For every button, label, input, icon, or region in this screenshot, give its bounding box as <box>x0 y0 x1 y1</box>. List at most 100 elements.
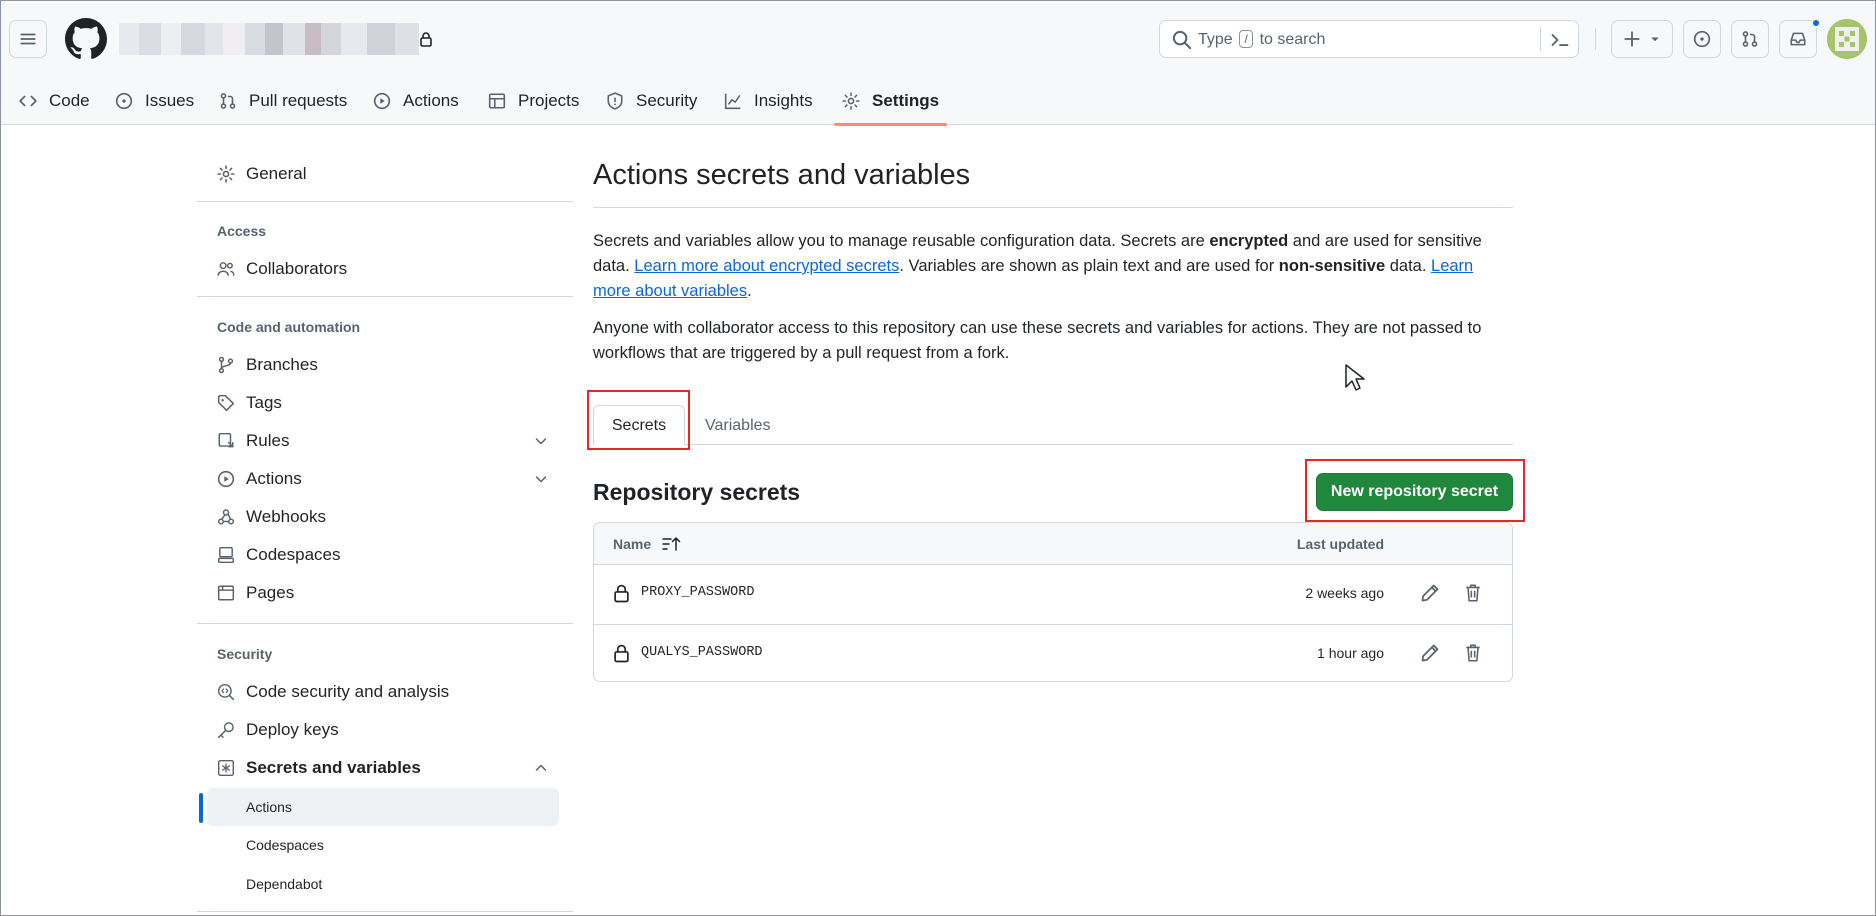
browser-viewport: Type / to search Code Issues Pull reques… <box>0 0 1876 916</box>
trash-icon[interactable] <box>1464 583 1482 603</box>
git-pull-request-icon <box>1742 31 1758 47</box>
sidebar-item-label: General <box>246 164 307 183</box>
secret-last-updated: 1 hour ago <box>1317 645 1384 661</box>
slash-key-hint: / <box>1239 30 1254 48</box>
secrets-variables-tabs: Secrets Variables <box>593 395 1513 446</box>
sidebar-item-label: Code security and analysis <box>246 682 450 701</box>
private-lock-icon <box>420 32 432 47</box>
browser-icon <box>217 585 235 601</box>
tab-pull-requests[interactable]: Pull requests <box>219 77 347 125</box>
search-placeholder: Type / to search <box>1198 30 1326 48</box>
hamburger-icon <box>20 33 36 45</box>
sidebar-item-tags[interactable]: Tags <box>197 384 573 422</box>
people-icon <box>217 262 235 276</box>
github-logo-icon[interactable] <box>65 18 107 60</box>
issue-opened-icon <box>1693 30 1711 48</box>
table-row: PROXY_PASSWORD 2 weeks ago <box>594 565 1512 623</box>
search-input[interactable]: Type / to search <box>1159 20 1579 58</box>
tab-security[interactable]: Security <box>606 77 697 125</box>
sidebar-item-code-security[interactable]: Code security and analysis <box>197 673 573 711</box>
command-palette-icon[interactable] <box>1550 30 1570 50</box>
gear-icon <box>842 92 860 110</box>
tab-label: Issues <box>145 91 195 110</box>
app-header: Type / to search Code Issues Pull reques… <box>1 1 1875 126</box>
mouse-cursor-icon <box>1345 364 1365 391</box>
play-icon <box>217 470 235 488</box>
create-new-button[interactable] <box>1611 20 1673 58</box>
sort-ascending-icon[interactable] <box>661 535 681 553</box>
sidebar-item-pages[interactable]: Pages <box>197 574 573 612</box>
tag-icon <box>217 394 235 412</box>
sidebar-item-collaborators[interactable]: Collaborators <box>197 250 573 288</box>
tab-variables[interactable]: Variables <box>705 405 771 446</box>
sidebar-subitem-actions[interactable]: Actions <box>207 788 559 826</box>
your-pull-requests-button[interactable] <box>1731 20 1769 58</box>
collaborator-access-note: Anyone with collaborator access to this … <box>593 319 1482 362</box>
plus-icon <box>1624 31 1640 47</box>
sidebar-item-deploy-keys[interactable]: Deploy keys <box>197 711 573 749</box>
learn-more-encrypted-secrets-link[interactable]: Learn more about encrypted secrets <box>634 257 899 275</box>
triangle-down-icon <box>1651 37 1659 42</box>
sidebar-item-label: Tags <box>246 393 282 412</box>
lock-icon <box>614 584 629 603</box>
sidebar-heading-access: Access <box>217 223 267 239</box>
inbox-icon <box>1790 32 1806 46</box>
sidebar-item-rules[interactable]: Rules <box>197 422 573 460</box>
shield-icon <box>607 92 623 110</box>
tab-issues[interactable]: Issues <box>115 77 194 125</box>
user-avatar[interactable] <box>1827 19 1867 59</box>
sidebar-item-label: Pages <box>246 583 295 602</box>
issue-icon <box>115 92 133 110</box>
sidebar-item-label: Branches <box>246 355 318 374</box>
tab-label: Insights <box>754 91 813 110</box>
repository-secrets-heading: Repository secrets <box>593 479 801 505</box>
sidebar-subitem-label: Actions <box>246 799 292 815</box>
tab-actions[interactable]: Actions <box>373 77 459 125</box>
search-icon <box>1172 30 1192 50</box>
git-branch-icon <box>218 356 234 374</box>
table-header: Name Last updated <box>594 523 1512 565</box>
sidebar-subitem-dependabot[interactable]: Dependabot <box>207 865 559 903</box>
key-icon <box>217 722 234 739</box>
tab-code[interactable]: Code <box>19 77 90 125</box>
gear-icon <box>217 165 235 183</box>
chevron-down-icon[interactable] <box>533 433 549 449</box>
sidebar-item-label: Secrets and variables <box>246 758 421 777</box>
chevron-up-icon[interactable] <box>533 760 549 776</box>
column-name[interactable]: Name <box>613 536 651 552</box>
secret-name: QUALYS_PASSWORD <box>641 645 763 660</box>
pencil-icon[interactable] <box>1420 583 1440 603</box>
tab-settings[interactable]: Settings <box>833 77 948 126</box>
repo-push-icon <box>218 432 234 448</box>
sidebar-item-label: Actions <box>246 469 302 488</box>
sidebar-item-label: Deploy keys <box>246 720 339 739</box>
sidebar-divider <box>197 623 573 624</box>
tab-projects[interactable]: Projects <box>488 77 579 125</box>
sidebar-item-webhooks[interactable]: Webhooks <box>197 498 573 536</box>
sidebar-divider <box>197 296 573 297</box>
secret-last-updated: 2 weeks ago <box>1305 585 1384 601</box>
global-bar: Type / to search <box>1 1 1875 77</box>
sidebar-item-secrets-and-variables[interactable]: Secrets and variables <box>197 749 573 787</box>
sidebar-item-codespaces[interactable]: Codespaces <box>197 536 573 574</box>
table-row: QUALYS_PASSWORD 1 hour ago <box>594 624 1512 681</box>
trash-icon[interactable] <box>1464 643 1482 663</box>
play-icon <box>373 92 391 110</box>
sidebar-subitem-label: Dependabot <box>246 876 323 892</box>
tab-insights[interactable]: Insights <box>724 77 813 125</box>
sidebar-item-general[interactable]: General <box>197 155 573 193</box>
your-issues-button[interactable] <box>1683 20 1721 58</box>
repository-name-redacted[interactable] <box>119 23 419 55</box>
pencil-icon[interactable] <box>1420 643 1440 663</box>
menu-button[interactable] <box>9 20 47 58</box>
unread-notification-dot <box>1811 18 1821 28</box>
sidebar-item-actions[interactable]: Actions <box>197 460 573 498</box>
sidebar-divider <box>197 911 573 912</box>
secret-name: PROXY_PASSWORD <box>641 585 755 600</box>
sidebar-heading-security: Security <box>217 646 273 662</box>
chevron-down-icon[interactable] <box>533 471 549 487</box>
tab-label: Security <box>636 91 698 110</box>
sidebar-item-branches[interactable]: Branches <box>197 346 573 384</box>
sidebar-subitem-codespaces[interactable]: Codespaces <box>207 826 559 864</box>
tab-label: Actions <box>403 91 459 110</box>
